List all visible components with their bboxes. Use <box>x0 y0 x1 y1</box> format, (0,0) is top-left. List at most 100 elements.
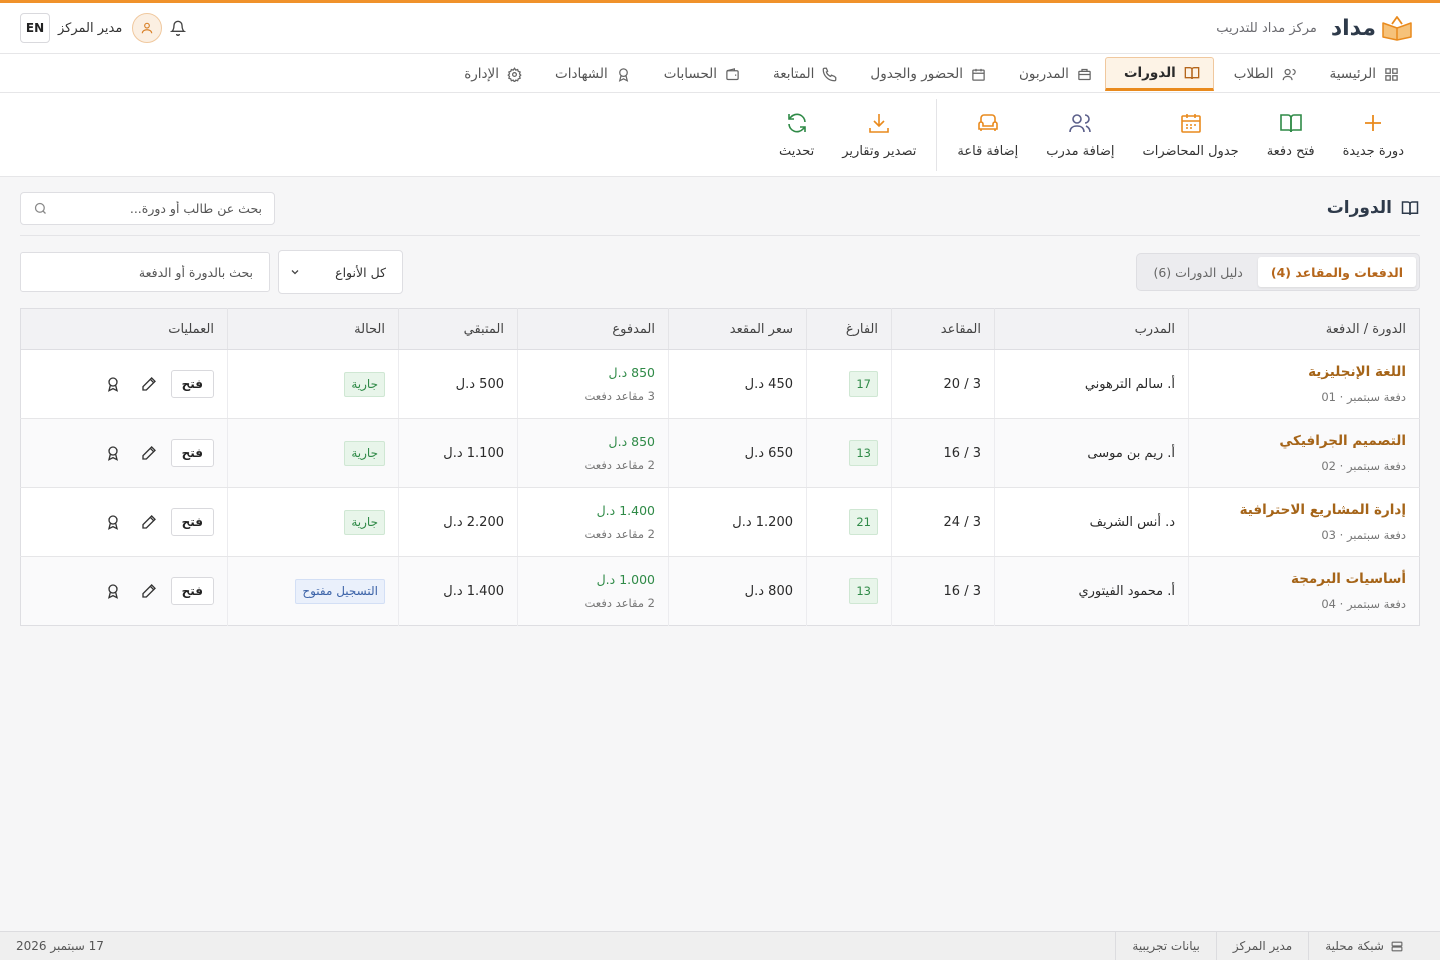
open-batch-row-button[interactable]: فتح <box>170 370 214 398</box>
cell-ops: فتح <box>20 487 228 557</box>
cell-seats: 3 / 16 <box>891 556 995 626</box>
nav-admin[interactable]: الإدارة <box>444 57 535 91</box>
nav-courses[interactable]: الدورات <box>1104 57 1214 91</box>
schedule-button[interactable]: جدول المحاضرات <box>1128 100 1252 170</box>
nav-certificates[interactable]: الشهادات <box>535 57 644 91</box>
certificate-award-icon[interactable] <box>99 370 127 398</box>
cell-free: 21 <box>806 487 892 557</box>
paid-amount: 850 د.ل <box>608 365 655 380</box>
col-course[interactable]: الدورة / الدفعة <box>1188 308 1420 350</box>
cell-status: جارية <box>227 487 399 557</box>
row-actions: فتح <box>34 508 214 536</box>
course-name-link[interactable]: اللغة الإنجليزية <box>1202 364 1406 380</box>
course-name-link[interactable]: إدارة المشاريع الاحترافية <box>1202 502 1406 518</box>
row-actions: فتح <box>34 370 214 398</box>
batch-label: دفعة سبتمبر · 02 <box>1321 459 1406 473</box>
nav-label: المتابعة <box>773 66 815 82</box>
center-name: مركز مداد للتدريب <box>1216 20 1317 36</box>
refresh-icon <box>787 112 806 133</box>
course-name-link[interactable]: التصميم الجرافيكي <box>1202 433 1406 449</box>
nav-attendance[interactable]: الحضور والجدول <box>850 57 999 91</box>
col-paid[interactable]: المدفوع <box>517 308 669 350</box>
refresh-button[interactable]: تحديث <box>765 100 828 170</box>
top-header: مداد مركز مداد للتدريب مدير المركز EN <box>0 0 1440 54</box>
certificate-award-icon[interactable] <box>99 508 127 536</box>
open-batch-button[interactable]: فتح دفعة <box>1253 100 1329 170</box>
status-bar: شبكة محلية مدير المركز بيانات تجريبية 17… <box>0 931 1440 960</box>
batches-table: الدورة / الدفعة المدرب المقاعد الفارغ سع… <box>20 308 1420 626</box>
nav-label: الدورات <box>1123 65 1176 81</box>
notifications-bell-icon[interactable] <box>170 20 187 36</box>
edit-pencil-icon[interactable] <box>135 370 163 398</box>
row-actions: فتح <box>34 439 214 467</box>
new-course-button[interactable]: دورة جديدة <box>1329 100 1418 170</box>
open-batch-row-button[interactable]: فتح <box>170 439 214 467</box>
global-search-input[interactable] <box>56 200 262 216</box>
filters: كل الأنواع <box>20 250 403 294</box>
paid-amount: 1.000 د.ل <box>596 572 655 587</box>
edit-pencil-icon[interactable] <box>135 508 163 536</box>
cell-price: 1.200 د.ل <box>668 487 807 557</box>
cell-remaining: 1.400 د.ل <box>398 556 518 626</box>
refresh-label: تحديث <box>779 143 815 159</box>
nav-label: الشهادات <box>555 66 608 82</box>
user-icon <box>142 22 153 34</box>
cell-ops: فتح <box>20 349 228 419</box>
calendar-icon <box>972 68 985 81</box>
nav-students[interactable]: الطلاب <box>1214 57 1310 91</box>
tab-course-directory[interactable]: دليل الدورات (6) <box>1140 257 1255 287</box>
cell-remaining: 500 د.ل <box>398 349 518 419</box>
add-trainer-button[interactable]: إضافة مدرب <box>1032 100 1128 170</box>
col-remaining[interactable]: المتبقي <box>398 308 518 350</box>
cell-status: جارية <box>227 349 399 419</box>
export-reports-button[interactable]: تصدير وتقارير <box>828 100 930 170</box>
paid-amount: 850 د.ل <box>608 434 655 449</box>
course-name-link[interactable]: أساسيات البرمجة <box>1202 571 1406 587</box>
table-row[interactable]: أساسيات البرمجة دفعة سبتمبر · 04 أ. محمود … <box>20 556 1420 626</box>
nav-label: الحضور والجدول <box>870 66 964 82</box>
global-search[interactable] <box>20 191 275 225</box>
certificate-award-icon[interactable] <box>99 577 127 605</box>
table-row[interactable]: اللغة الإنجليزية دفعة سبتمبر · 01 أ. سالم … <box>20 349 1420 419</box>
col-status[interactable]: الحالة <box>227 308 399 350</box>
user-area: مدير المركز EN <box>20 13 208 43</box>
nav-home[interactable]: الرئيسية <box>1310 57 1413 91</box>
main-content: الدورات الدفعات والمقاعد (4) دليل الدورا… <box>0 177 1440 626</box>
edit-pencil-icon[interactable] <box>135 439 163 467</box>
table-row[interactable]: إدارة المشاريع الاحترافية دفعة سبتمبر · 0… <box>20 487 1420 557</box>
open-batch-row-button[interactable]: فتح <box>170 508 214 536</box>
free-seats-badge: 13 <box>849 440 878 466</box>
col-price[interactable]: سعر المقعد <box>668 308 807 350</box>
table-search-input[interactable] <box>33 264 253 280</box>
app-logo[interactable]: مداد <box>1331 15 1414 41</box>
user-name: مدير المركز <box>58 20 123 36</box>
col-trainer[interactable]: المدرب <box>994 308 1189 350</box>
page-title: الدورات <box>1327 198 1420 218</box>
nav-trainers[interactable]: المدربون <box>999 57 1105 91</box>
paid-seats: 2 مقاعد دفعت <box>584 527 655 541</box>
cell-trainer: أ. محمود الفيتوري <box>994 556 1189 626</box>
tab-batches-seats[interactable]: الدفعات والمقاعد (4) <box>1257 257 1416 287</box>
type-select[interactable]: كل الأنواع <box>278 250 403 294</box>
calendar-icon <box>1180 113 1201 133</box>
open-batch-row-button[interactable]: فتح <box>170 577 214 605</box>
add-trainer-label: إضافة مدرب <box>1046 143 1115 159</box>
book-open-icon <box>1279 113 1302 132</box>
table-search[interactable] <box>20 252 270 292</box>
ribbon-group-tools: تصدير وتقارير تحديث <box>765 100 930 170</box>
certificate-award-icon[interactable] <box>99 439 127 467</box>
nav-accounts[interactable]: الحسابات <box>644 57 753 91</box>
table-row[interactable]: التصميم الجرافيكي دفعة سبتمبر · 02 أ. ريم … <box>20 418 1420 488</box>
edit-pencil-icon[interactable] <box>135 577 163 605</box>
users-icon <box>1069 113 1092 132</box>
col-seats[interactable]: المقاعد <box>891 308 995 350</box>
nav-followup[interactable]: المتابعة <box>753 57 850 91</box>
cell-status: التسجيل مفتوح <box>227 556 399 626</box>
status-badge: جارية <box>344 371 385 397</box>
user-avatar[interactable] <box>132 13 163 43</box>
add-room-button[interactable]: إضافة قاعة <box>943 100 1032 170</box>
paid-seats: 3 مقاعد دفعت <box>584 389 655 403</box>
language-toggle-button[interactable]: EN <box>20 13 50 43</box>
col-free[interactable]: الفارغ <box>806 308 892 350</box>
cell-free: 13 <box>806 556 892 626</box>
